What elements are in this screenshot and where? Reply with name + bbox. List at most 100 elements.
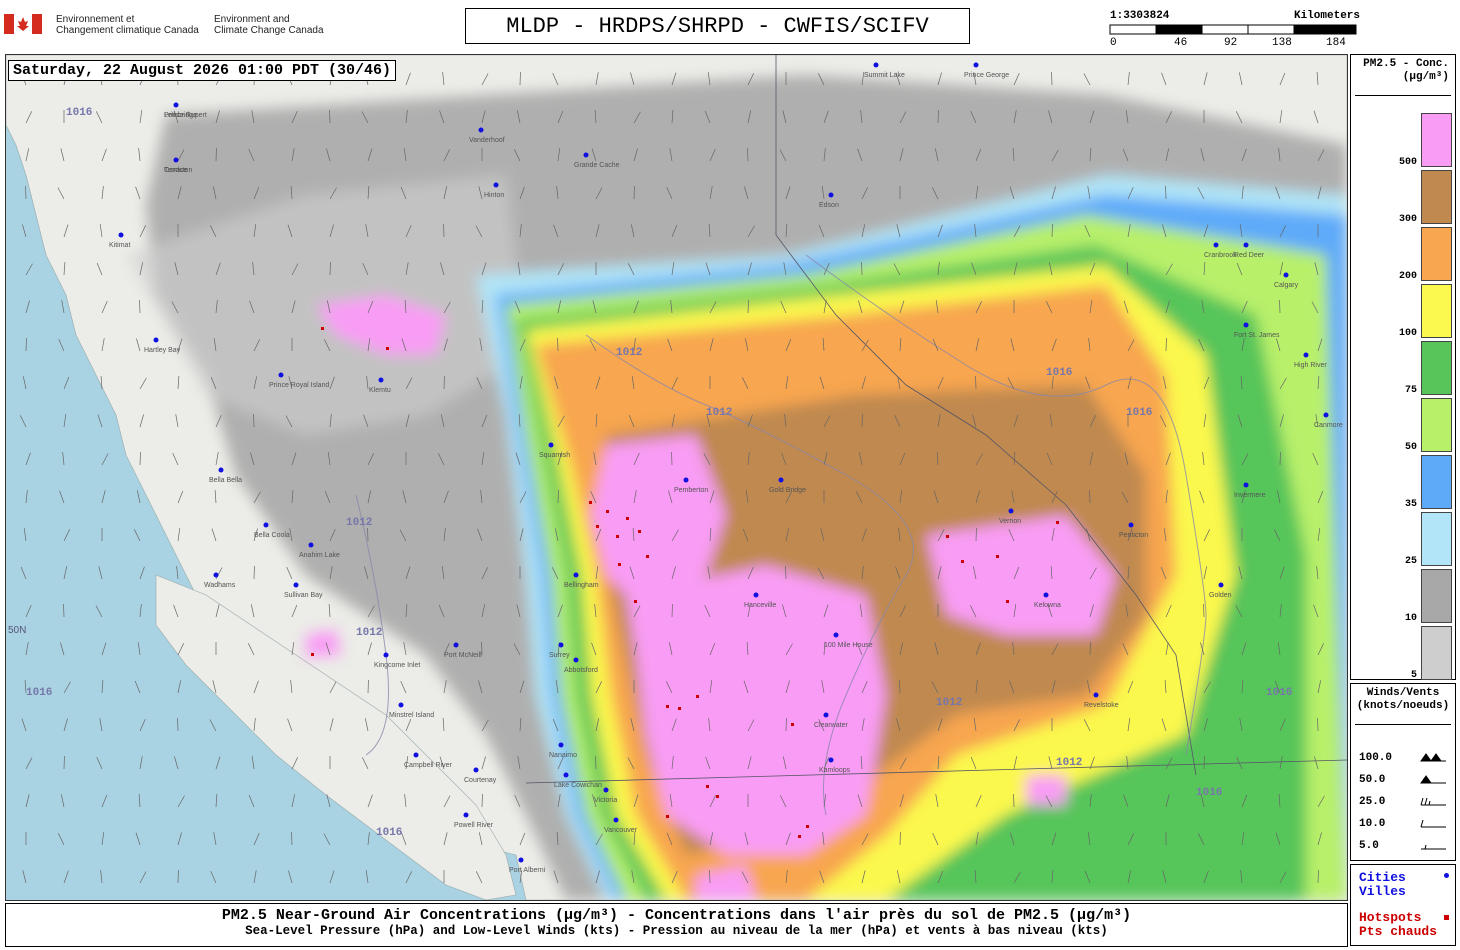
city-marker: [1323, 412, 1329, 418]
isobar-label: 1016: [66, 107, 92, 119]
legend-swatch-35: [1421, 455, 1452, 509]
city-marker: [778, 477, 784, 483]
caption-line-1: PM2.5 Near-Ground Air Concentrations (µg…: [221, 907, 1132, 924]
place-label: Kingcome Inlet: [374, 662, 420, 669]
place-label: Powell River: [454, 822, 494, 829]
isobar-label: 1016: [26, 687, 52, 699]
place-label: Wadhams: [204, 582, 236, 589]
place-label: Calgary: [1274, 282, 1299, 289]
hotspot-marker: [386, 347, 389, 350]
agency-name-fr: Environnement et Changement climatique Ca…: [56, 14, 199, 36]
hotspot-marker: [996, 555, 999, 558]
city-marker: [1303, 352, 1309, 358]
hotspot-marker: [596, 525, 599, 528]
legend-swatch-25: [1421, 512, 1452, 566]
legend-level-label: 10: [1404, 613, 1417, 624]
city-marker: [378, 377, 384, 383]
forecast-timestamp: Saturday, 22 August 2026 01:00 PDT (30/4…: [8, 60, 397, 81]
hotspot-marker: [678, 707, 681, 710]
place-label: Port McNeill: [444, 652, 482, 659]
city-marker: [583, 152, 589, 158]
hotspot-marker: [589, 501, 592, 504]
city-marker: [1093, 692, 1099, 698]
place-label: Anahim Lake: [299, 552, 340, 559]
agency-logo: Environnement et Changement climatique Ca…: [4, 12, 334, 40]
place-label: Vancouver: [604, 827, 638, 834]
city-marker: [518, 857, 524, 863]
place-label: Revelstoke: [1084, 702, 1119, 709]
city-marker: [973, 62, 979, 68]
scale-tick: 0: [1110, 37, 1117, 49]
place-label: Vernon: [999, 518, 1021, 525]
legend-swatch-300: [1421, 170, 1452, 224]
place-label: Summit Lake: [864, 72, 905, 79]
place-label: Abbotsford: [564, 667, 598, 674]
city-marker: [478, 127, 484, 133]
place-label: Edson: [819, 202, 839, 209]
city-marker: [173, 157, 179, 163]
legend-level-label: 200: [1398, 271, 1417, 282]
place-label: Minstrel Island: [389, 712, 434, 719]
hotspot-marker: [696, 695, 699, 698]
legend-swatch-200: [1421, 227, 1452, 281]
city-marker: [118, 232, 124, 238]
place-label: Nanaimo: [549, 752, 577, 759]
city-marker: [463, 812, 469, 818]
place-label: Hinton: [484, 192, 504, 199]
legend-level-label: 50: [1404, 442, 1417, 453]
place-label: Kelowna: [1034, 602, 1061, 609]
hotspot-marker: [321, 327, 324, 330]
place-label: Pemberton: [674, 487, 708, 494]
place-label: Victoria: [594, 797, 617, 804]
city-marker: [558, 742, 564, 748]
isobar-label: 1012: [346, 517, 372, 529]
city-marker: [873, 62, 879, 68]
hotspot-marker: [666, 705, 669, 708]
place-label: Kamloops: [819, 767, 851, 774]
hotspot-marker: [666, 815, 669, 818]
hotspot-marker: [961, 560, 964, 563]
latitude-label: 50N: [8, 625, 26, 636]
hotspot-marker: [618, 563, 621, 566]
city-marker: [683, 477, 689, 483]
place-label: Courtenay: [464, 777, 497, 784]
place-label: Klemtu: [369, 387, 391, 394]
scale-tick: 46: [1174, 37, 1188, 49]
hotspot-marker: [646, 555, 649, 558]
cities-legend-label: Cities Villes: [1359, 870, 1406, 899]
scale-graphic: [1109, 24, 1357, 35]
city-marker: [453, 642, 459, 648]
legend-title: PM2.5 - Conc. (µg/m³): [1363, 58, 1449, 83]
concentration-legend: PM2.5 - Conc. (µg/m³) 500 300 200 100 75 50 35…: [1350, 54, 1456, 681]
legend-swatch-5: [1421, 626, 1452, 680]
city-marker: [1243, 482, 1249, 488]
agency-name-en: Environment and Climate Change Canada: [214, 14, 324, 36]
hotspot-marker: [616, 535, 619, 538]
city-marker: [383, 652, 389, 658]
city-marker: [558, 642, 564, 648]
place-label: Red Deer: [1234, 252, 1265, 259]
isobar-label: 1016: [376, 827, 402, 839]
scale-bar: 1:3303824 Kilometers 0 46 92 138 184: [1108, 10, 1360, 50]
place-label: Hanceville: [744, 602, 776, 609]
isobar-label: 1012: [616, 347, 642, 359]
place-label: Surrey: [549, 652, 570, 659]
place-label: Penticton: [1119, 532, 1148, 539]
hotspot-marker: [1056, 521, 1059, 524]
city-marker: [613, 817, 619, 823]
legend-swatch-10: [1421, 569, 1452, 623]
place-label: Canmore: [1314, 422, 1343, 429]
city-marker: [473, 767, 479, 773]
map-caption: PM2.5 Near-Ground Air Concentrations (µg…: [5, 903, 1348, 947]
city-marker: [828, 192, 834, 198]
isobar-label: 1016: [1266, 687, 1292, 699]
city-marker: [213, 572, 219, 578]
place-label: Campbell River: [404, 762, 453, 769]
hotspot-marker: [806, 825, 809, 828]
place-label: Invermere: [1234, 492, 1266, 499]
city-marker: [153, 337, 159, 343]
scale-tick: 184: [1326, 37, 1346, 49]
hotspot-marker: [1006, 600, 1009, 603]
hotspot-marker: [626, 517, 629, 520]
smoke-forecast-map[interactable]: 1016 1012 1012 1012 1012 1012 1016 1016 …: [5, 54, 1348, 901]
